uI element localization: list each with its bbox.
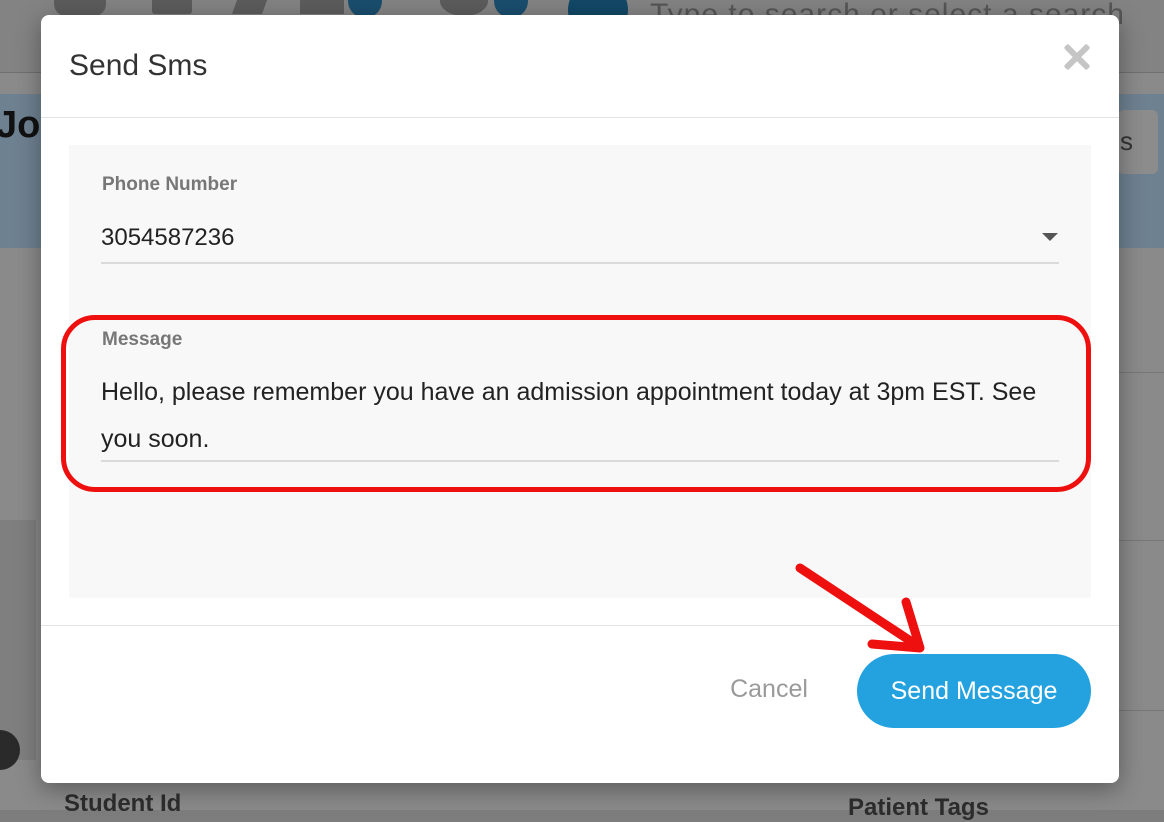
background-divider [1118,372,1164,373]
users-icon [54,0,106,16]
dialog-title: Send Sms [69,49,208,82]
lightning-icon [231,0,271,14]
background-action-button: s [1118,110,1158,174]
background-divider [1118,540,1164,541]
chat-icon [440,0,488,16]
cancel-button[interactable]: Cancel [709,669,829,709]
message-textarea[interactable]: Hello, please remember you have an admis… [101,369,1041,463]
phone-number-underline [101,262,1059,264]
background-action-label: s [1120,126,1133,156]
phone-number-select[interactable]: 3054587236 [101,224,234,252]
checklist-icon [300,0,344,14]
send-message-button[interactable]: Send Message [857,654,1091,728]
message-label: Message [102,329,183,350]
calendar-icon [152,0,192,14]
phone-number-label: Phone Number [102,174,238,195]
chevron-down-icon[interactable] [1042,233,1058,241]
close-icon[interactable] [1059,39,1095,75]
background-divider [1118,710,1164,711]
dialog-header: Send Sms [41,15,1119,118]
background-card [0,520,36,760]
message-underline [101,460,1059,462]
send-sms-dialog: Send Sms Phone Number 3054587236 Message… [41,15,1119,783]
student-id-label: Student Id [64,790,182,817]
dialog-footer-divider [41,625,1119,626]
patient-tags-label: Patient Tags [848,794,989,821]
